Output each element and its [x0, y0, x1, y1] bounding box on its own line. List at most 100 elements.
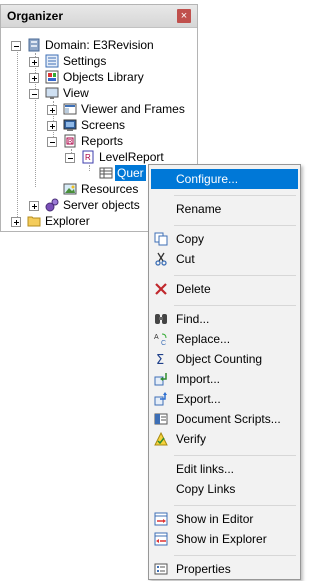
menu-item-label: Configure...	[176, 172, 239, 186]
menu-item-label: Find...	[176, 312, 210, 326]
view-icon	[45, 87, 59, 99]
menu-item-label: Rename	[176, 202, 222, 216]
tree-item-query[interactable]: Quer	[83, 165, 153, 181]
menu-item-cut[interactable]: Cut	[151, 249, 298, 269]
menu-item-copy-links[interactable]: Copy Links	[151, 479, 298, 499]
svg-text:R: R	[85, 153, 91, 162]
tree-item-objects-library[interactable]: Objects Library	[29, 69, 189, 85]
menu-item-show-in-editor[interactable]: Show in Editor	[151, 509, 298, 529]
expand-toggle[interactable]	[11, 217, 21, 227]
menu-item-label: Delete	[176, 282, 211, 296]
menu-item-delete[interactable]: Delete	[151, 279, 298, 299]
tree-item-explorer[interactable]: Explorer	[11, 213, 151, 229]
query-icon	[99, 167, 113, 179]
expand-toggle[interactable]	[47, 121, 57, 131]
menu-item-label: Show in Explorer	[176, 532, 267, 546]
expand-toggle[interactable]	[29, 57, 39, 67]
tree-item-label: Explorer	[45, 214, 90, 228]
tree-item-label: Reports	[81, 134, 124, 148]
copy-icon	[154, 232, 168, 246]
server-objects-icon	[45, 198, 59, 212]
warning-icon	[154, 432, 168, 446]
tree-item-viewer-and-frames[interactable]: Viewer and Frames	[47, 101, 192, 117]
delete-icon	[155, 283, 167, 295]
tree-item-label: Settings	[63, 54, 107, 68]
viewer-frames-icon	[63, 103, 77, 115]
import-icon	[154, 373, 167, 386]
scissors-icon	[155, 252, 167, 266]
menu-item-rename[interactable]: Rename	[151, 199, 298, 219]
expand-toggle[interactable]	[29, 201, 39, 211]
organizer-titlebar: Organizer ×	[1, 5, 197, 28]
menu-item-label: Verify	[176, 432, 207, 446]
svg-text:A: A	[154, 334, 159, 341]
menu-item-label: Export...	[176, 392, 221, 406]
collapse-toggle[interactable]	[11, 41, 21, 51]
menu-separator	[174, 225, 296, 226]
collapse-toggle[interactable]	[47, 137, 57, 147]
menu-item-verify[interactable]: Verify	[151, 429, 298, 449]
tree-item-label: Screens	[81, 118, 126, 132]
expand-toggle[interactable]	[47, 105, 57, 115]
menu-separator	[174, 455, 296, 456]
properties-icon	[154, 563, 168, 575]
svg-text:Σ: Σ	[156, 353, 164, 366]
menu-item-export[interactable]: Export...	[151, 389, 298, 409]
menu-item-label: Cut	[176, 252, 195, 266]
collapse-toggle[interactable]	[65, 153, 75, 163]
settings-icon	[45, 54, 59, 68]
svg-text:C: C	[161, 340, 166, 346]
tree-item-label: Domain: E3Revision	[45, 38, 154, 52]
collapse-toggle[interactable]	[29, 89, 39, 99]
export-icon	[154, 392, 167, 406]
tree-item-server-objects[interactable]: Server objects	[29, 197, 149, 213]
tree-item-view[interactable]: View	[29, 85, 189, 101]
reports-icon: R	[64, 134, 76, 148]
tree-item-label: Server objects	[63, 198, 140, 212]
domain-icon	[28, 38, 40, 52]
menu-item-label: Properties	[176, 562, 231, 576]
menu-item-import[interactable]: Import...	[151, 369, 298, 389]
tree-item-label: Quer	[115, 165, 146, 181]
menu-item-object-counting[interactable]: Σ Object Counting	[151, 349, 298, 369]
document-scripts-icon	[154, 413, 168, 425]
menu-item-label: Edit links...	[176, 462, 235, 476]
menu-item-copy[interactable]: Copy	[151, 229, 298, 249]
tree-item-domain[interactable]: Domain: E3Revision	[11, 37, 191, 53]
menu-item-configure[interactable]: Configure...	[151, 169, 298, 189]
tree-item-label: View	[63, 86, 89, 100]
menu-separator	[174, 275, 296, 276]
menu-item-label: Show in Editor	[176, 512, 254, 526]
menu-item-label: Replace...	[176, 332, 231, 346]
menu-item-label: Copy	[176, 232, 205, 246]
organizer-title: Organizer	[7, 9, 64, 23]
tree-item-settings[interactable]: Settings	[29, 53, 189, 69]
library-icon	[45, 70, 59, 84]
screens-icon	[63, 119, 77, 131]
tree-item-label: Objects Library	[63, 70, 144, 84]
menu-item-replace[interactable]: A C Replace...	[151, 329, 298, 349]
sigma-icon: Σ	[156, 353, 164, 366]
menu-item-show-in-explorer[interactable]: Show in Explorer	[151, 529, 298, 549]
tree-item-label: LevelReport	[99, 150, 164, 164]
tree-item-screens[interactable]: Screens	[47, 117, 192, 133]
binoculars-icon	[155, 314, 167, 324]
expand-toggle[interactable]	[29, 73, 39, 83]
svg-text:R: R	[68, 140, 73, 146]
menu-separator	[174, 305, 296, 306]
tree-item-label: Viewer and Frames	[81, 102, 185, 116]
close-button[interactable]: ×	[177, 9, 191, 23]
menu-item-find[interactable]: Find...	[151, 309, 298, 329]
tree-item-reports[interactable]: R Reports	[47, 133, 192, 149]
menu-item-label: Copy Links	[176, 482, 236, 496]
resources-icon	[63, 183, 77, 195]
menu-item-label: Object Counting	[176, 352, 263, 366]
menu-item-properties[interactable]: Properties	[151, 559, 298, 579]
tree-item-levelreport[interactable]: R LevelReport	[65, 149, 195, 165]
menu-separator	[174, 505, 296, 506]
menu-item-label: Document Scripts...	[176, 412, 281, 426]
menu-item-document-scripts[interactable]: Document Scripts...	[151, 409, 298, 429]
show-in-explorer-icon	[154, 532, 168, 546]
menu-item-edit-links[interactable]: Edit links...	[151, 459, 298, 479]
tree-item-resources[interactable]: Resources	[47, 181, 147, 197]
